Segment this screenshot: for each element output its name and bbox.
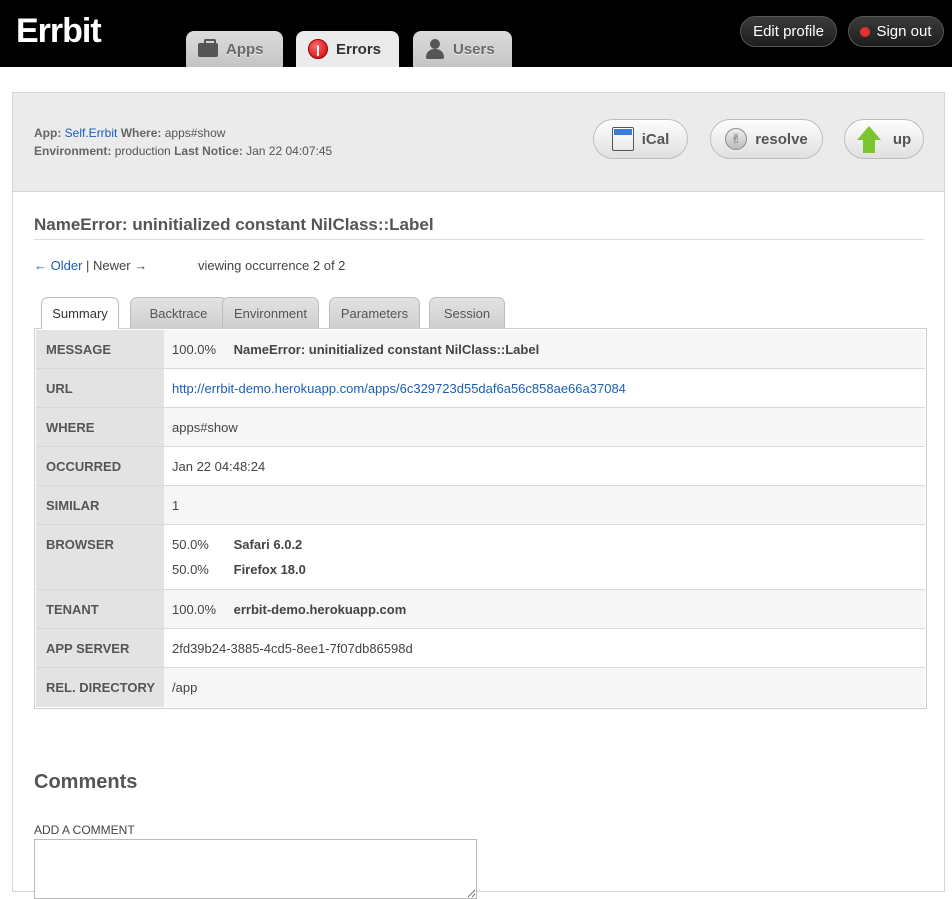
similar-value: 1 xyxy=(172,498,180,513)
where-value: apps#show xyxy=(164,126,226,140)
table-row: REL. DIRECTORY /app xyxy=(36,668,925,707)
calendar-icon xyxy=(611,127,634,151)
sign-out-dot-icon xyxy=(860,26,871,37)
user-icon xyxy=(425,39,445,59)
occurrence-count: viewing occurrence 2 of 2 xyxy=(198,258,346,273)
app-meta-line: App: Self.Errbit Where: apps#show xyxy=(34,126,225,140)
occurrence-pager: ← Older | Newer → xyxy=(34,258,147,273)
thumbs-up-icon: ✌ xyxy=(725,128,748,150)
older-link[interactable]: ← Older xyxy=(34,258,82,273)
browser-name: Safari 6.0.2 xyxy=(233,537,303,552)
tenant-value: 100.0% errbit-demo.herokuapp.com xyxy=(164,590,925,628)
browser-pct: 50.0% xyxy=(172,537,209,552)
message-value: 100.0% NameError: uninitialized constant… xyxy=(164,330,925,368)
nav-tab-errors[interactable]: ! Errors xyxy=(296,31,399,67)
tab-session[interactable]: Session xyxy=(429,297,505,328)
message-pct: 100.0% xyxy=(172,342,217,357)
rel-directory-label: REL. DIRECTORY xyxy=(36,668,164,707)
table-row: URL http://errbit-demo.herokuapp.com/app… xyxy=(36,369,925,408)
up-label: up xyxy=(892,130,912,148)
app-server-value: 2fd39b24-3885-4cd5-8ee1-7f07db86598d xyxy=(172,641,413,656)
error-detail-panel: App: Self.Errbit Where: apps#show Enviro… xyxy=(12,92,945,899)
errbit-logo[interactable]: Errbit xyxy=(16,12,102,51)
table-row: APP SERVER 2fd39b24-3885-4cd5-8ee1-7f07d… xyxy=(36,629,925,668)
environment-label: Environment: xyxy=(34,144,112,158)
tenant-label: TENANT xyxy=(36,590,164,628)
comments-heading: Comments xyxy=(34,771,138,793)
tab-summary-label: Summary xyxy=(52,306,108,321)
tenant-pct: 100.0% xyxy=(172,602,217,617)
tenant-host: errbit-demo.herokuapp.com xyxy=(233,602,407,617)
error-icon: ! xyxy=(308,39,328,59)
last-notice-value: Jan 22 04:07:45 xyxy=(246,144,333,158)
nav-tab-errors-label: Errors xyxy=(336,40,382,58)
resolve-label: resolve xyxy=(755,130,808,148)
top-bar: Errbit Apps ! Errors Users Edit profile … xyxy=(0,0,952,67)
nav-tab-apps-label: Apps xyxy=(226,40,264,58)
sign-out-label: Sign out xyxy=(876,23,932,40)
up-arrow-icon xyxy=(856,126,881,153)
tab-environment-label: Environment xyxy=(234,305,307,321)
tab-parameters-label: Parameters xyxy=(340,305,409,321)
ical-button[interactable]: iCal xyxy=(593,119,688,159)
tab-summary[interactable]: Summary xyxy=(41,297,119,329)
similar-label: SIMILAR xyxy=(36,486,164,524)
summary-table: MESSAGE 100.0% NameError: uninitialized … xyxy=(34,328,927,709)
comment-textarea[interactable] xyxy=(34,839,477,899)
url-value: http://errbit-demo.herokuapp.com/apps/6c… xyxy=(164,369,925,407)
rel-directory-value: /app xyxy=(172,680,198,695)
edit-profile-label: Edit profile xyxy=(753,23,824,40)
app-label: App: xyxy=(34,126,62,140)
browser-value: 50.0% Safari 6.0.2 50.0% Firefox 18.0 xyxy=(164,525,925,589)
table-row: SIMILAR 1 xyxy=(36,486,925,525)
add-comment-label: ADD A COMMENT xyxy=(34,823,135,837)
occurred-value: Jan 22 04:48:24 xyxy=(172,459,266,474)
up-button[interactable]: up xyxy=(844,119,924,159)
where-row-value: apps#show xyxy=(172,420,238,435)
nav-tab-users-label: Users xyxy=(453,40,495,58)
last-notice-label: Last Notice: xyxy=(174,144,243,158)
tab-backtrace[interactable]: Backtrace xyxy=(130,297,227,328)
table-row: TENANT 100.0% errbit-demo.herokuapp.com xyxy=(36,590,925,629)
error-title: NameError: uninitialized constant NilCla… xyxy=(34,215,434,234)
tab-backtrace-label: Backtrace xyxy=(149,305,208,321)
url-label: URL xyxy=(36,369,164,407)
environment-value: production xyxy=(114,144,171,158)
message-text: NameError: uninitialized constant NilCla… xyxy=(233,342,540,357)
pager-separator: | xyxy=(86,258,90,273)
table-row: BROWSER 50.0% Safari 6.0.2 50.0% Firefox… xyxy=(36,525,925,590)
app-link[interactable]: Self.Errbit xyxy=(65,126,118,140)
table-row: OCCURRED Jan 22 04:48:24 xyxy=(36,447,925,486)
resolve-button[interactable]: ✌ resolve xyxy=(710,119,823,159)
title-divider xyxy=(34,239,924,240)
tab-session-label: Session xyxy=(443,305,491,321)
occurred-label: OCCURRED xyxy=(36,447,164,485)
tab-environment[interactable]: Environment xyxy=(222,297,319,328)
where-row-label: WHERE xyxy=(36,408,164,446)
newer-link[interactable]: Newer → xyxy=(93,258,147,273)
sign-out-button[interactable]: Sign out xyxy=(848,16,944,47)
nav-tab-users[interactable]: Users xyxy=(413,31,512,67)
ical-label: iCal xyxy=(641,130,670,148)
browser-label: BROWSER xyxy=(36,525,164,589)
browser-name: Firefox 18.0 xyxy=(233,562,306,577)
message-label: MESSAGE xyxy=(36,330,164,368)
tab-parameters[interactable]: Parameters xyxy=(329,297,420,328)
edit-profile-button[interactable]: Edit profile xyxy=(740,16,837,47)
app-server-label: APP SERVER xyxy=(36,629,164,667)
url-link[interactable]: http://errbit-demo.herokuapp.com/apps/6c… xyxy=(172,381,626,396)
briefcase-icon xyxy=(198,39,218,59)
env-meta-line: Environment: production Last Notice: Jan… xyxy=(34,144,332,158)
table-row: MESSAGE 100.0% NameError: uninitialized … xyxy=(36,330,925,369)
error-info-bar: App: Self.Errbit Where: apps#show Enviro… xyxy=(13,93,944,192)
where-label: Where: xyxy=(120,126,162,140)
table-row: WHERE apps#show xyxy=(36,408,925,447)
browser-pct: 50.0% xyxy=(172,562,209,577)
nav-tab-apps[interactable]: Apps xyxy=(186,31,283,67)
